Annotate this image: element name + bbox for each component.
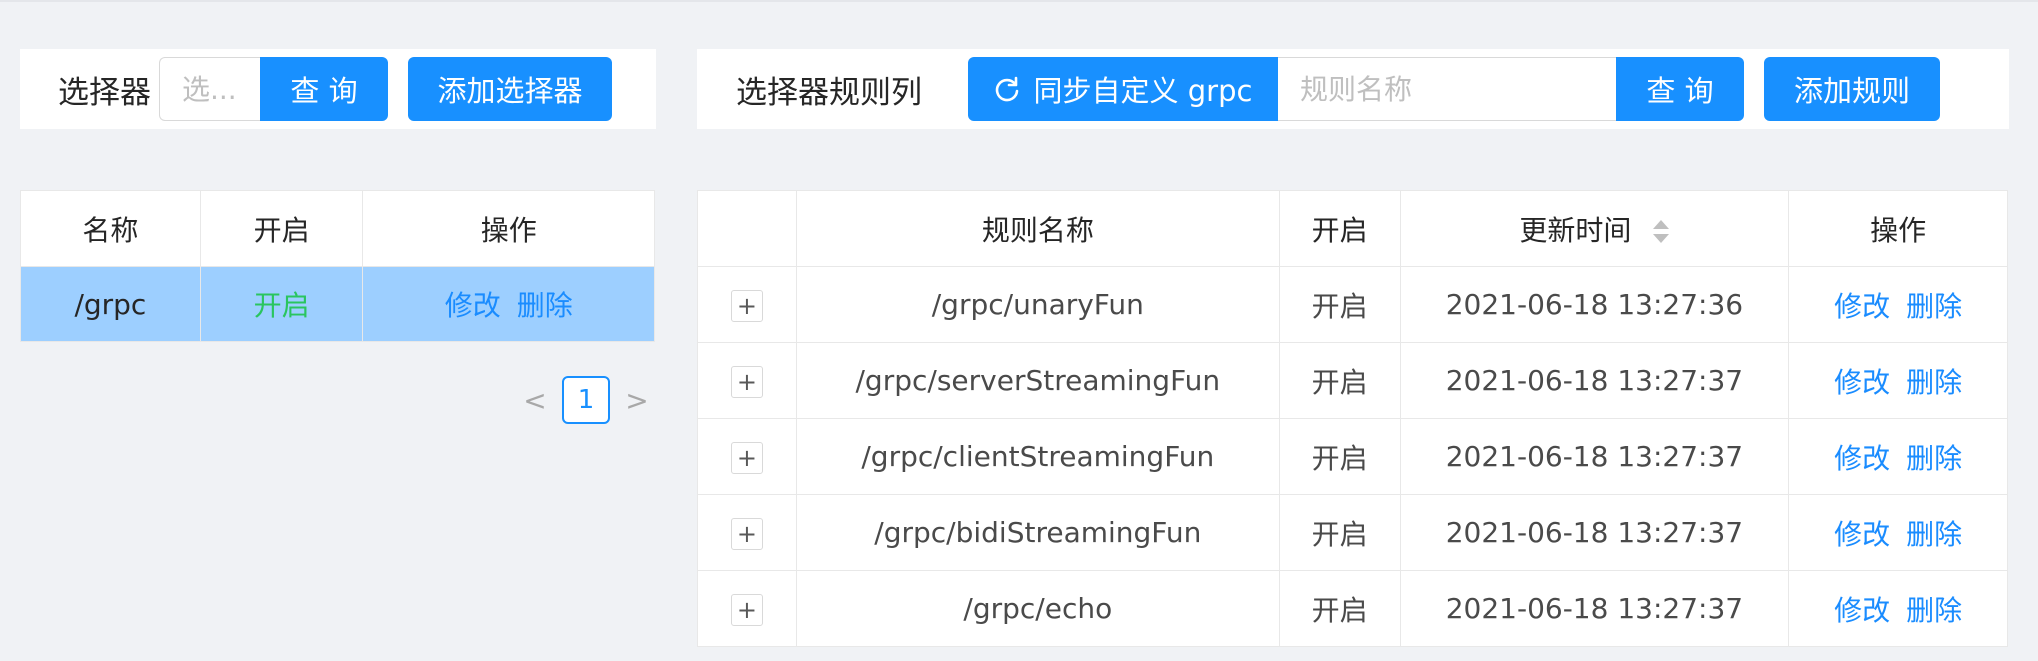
rule-status: 开启 [1279,494,1401,571]
rule-updated: 2021-06-18 13:27:37 [1400,494,1790,571]
rule-edit-link[interactable]: 修改 [1834,290,1890,323]
rule-header: 选择器规则列 同步自定义 grpc 查 询 添加规则 [697,49,2009,129]
rule-name: /grpc/unaryFun [796,266,1280,343]
rule-status: 开启 [1279,266,1401,343]
rule-updated: 2021-06-18 13:27:37 [1400,570,1790,647]
selector-query-button[interactable]: 查 询 [260,57,388,121]
pagination: < 1 > [520,376,652,424]
plus-icon[interactable]: + [730,365,763,398]
selector-search-input[interactable] [159,57,260,121]
sync-grpc-button[interactable]: 同步自定义 grpc [968,57,1278,121]
rule-edit-link[interactable]: 修改 [1834,594,1890,627]
rule-name: /grpc/serverStreamingFun [796,342,1280,419]
page-number-current[interactable]: 1 [562,376,610,424]
rule-delete-link[interactable]: 删除 [1906,366,1962,399]
plus-icon[interactable]: + [730,517,763,550]
rule-actions: 修改 删除 [1788,418,2008,495]
column-header-expand [697,190,797,267]
column-header-enabled: 开启 [200,190,364,267]
selector-table-header: 名称 开启 操作 [20,190,655,267]
column-header-enabled: 开启 [1279,190,1401,267]
plus-icon[interactable]: + [730,289,763,322]
plus-icon[interactable]: + [730,441,763,474]
rule-updated: 2021-06-18 13:27:37 [1400,418,1790,495]
rule-name: /grpc/clientStreamingFun [796,418,1280,495]
selector-header: 选择器 查 询 添加选择器 [20,49,656,129]
selector-name: /grpc [20,266,201,342]
selector-title: 选择器 [58,74,151,111]
rule-actions: 修改 删除 [1788,494,2008,571]
rule-actions: 修改 删除 [1788,266,2008,343]
selector-actions: 修改 删除 [362,266,655,342]
rule-row: + /grpc/echo 开启 2021-06-18 13:27:37 修改 删除 [697,570,2008,647]
rule-actions: 修改 删除 [1788,342,2008,419]
sync-grpc-label: 同步自定义 grpc [1033,74,1253,108]
selector-table: 名称 开启 操作 /grpc 开启 修改 删除 [20,190,655,342]
rule-title: 选择器规则列 [736,74,922,111]
rule-delete-link[interactable]: 删除 [1906,290,1962,323]
rule-status: 开启 [1279,342,1401,419]
column-header-name: 名称 [20,190,201,267]
expand-cell: + [697,418,797,495]
rule-edit-link[interactable]: 修改 [1834,518,1890,551]
rule-name: /grpc/bidiStreamingFun [796,494,1280,571]
rule-edit-link[interactable]: 修改 [1834,442,1890,475]
rule-search-input[interactable] [1278,57,1616,121]
rule-delete-link[interactable]: 删除 [1906,442,1962,475]
selector-edit-link[interactable]: 修改 [445,289,501,322]
rule-delete-link[interactable]: 删除 [1906,518,1962,551]
rule-edit-link[interactable]: 修改 [1834,366,1890,399]
rule-row: + /grpc/bidiStreamingFun 开启 2021-06-18 1… [697,494,2008,571]
plus-icon[interactable]: + [730,593,763,626]
rule-table: 规则名称 开启 更新时间 操作 + /grpc/unaryFun 开启 2021… [697,190,2008,647]
rule-status: 开启 [1279,570,1401,647]
expand-cell: + [697,342,797,419]
column-header-updated[interactable]: 更新时间 [1400,190,1790,267]
column-header-actions: 操作 [1788,190,2008,267]
rule-updated: 2021-06-18 13:27:37 [1400,342,1790,419]
expand-cell: + [697,266,797,343]
rule-status: 开启 [1279,418,1401,495]
updated-header-label: 更新时间 [1519,213,1632,247]
selector-row[interactable]: /grpc 开启 修改 删除 [20,266,655,342]
column-header-actions: 操作 [362,190,655,267]
add-rule-button[interactable]: 添加规则 [1764,57,1940,121]
rule-table-header: 规则名称 开启 更新时间 操作 [697,190,2008,267]
top-divider [0,0,2038,2]
next-page-icon[interactable]: > [622,384,652,417]
rule-updated: 2021-06-18 13:27:36 [1400,266,1790,343]
rule-row: + /grpc/serverStreamingFun 开启 2021-06-18… [697,342,2008,419]
sync-icon [995,76,1018,102]
add-selector-button[interactable]: 添加选择器 [408,57,612,121]
expand-cell: + [697,570,797,647]
rule-actions: 修改 删除 [1789,571,2008,647]
column-header-rule-name: 规则名称 [796,190,1280,267]
expand-cell: + [697,494,797,571]
selector-delete-link[interactable]: 删除 [517,289,573,322]
sort-icon[interactable] [1653,218,1670,246]
selector-status: 开启 [200,266,364,342]
rule-row: + /grpc/clientStreamingFun 开启 2021-06-18… [697,418,2008,495]
rule-row: + /grpc/unaryFun 开启 2021-06-18 13:27:36 … [697,266,2008,343]
rule-delete-link[interactable]: 删除 [1906,594,1962,627]
rule-name: /grpc/echo [796,570,1280,647]
prev-page-icon[interactable]: < [520,384,550,417]
rule-query-button[interactable]: 查 询 [1616,57,1744,121]
